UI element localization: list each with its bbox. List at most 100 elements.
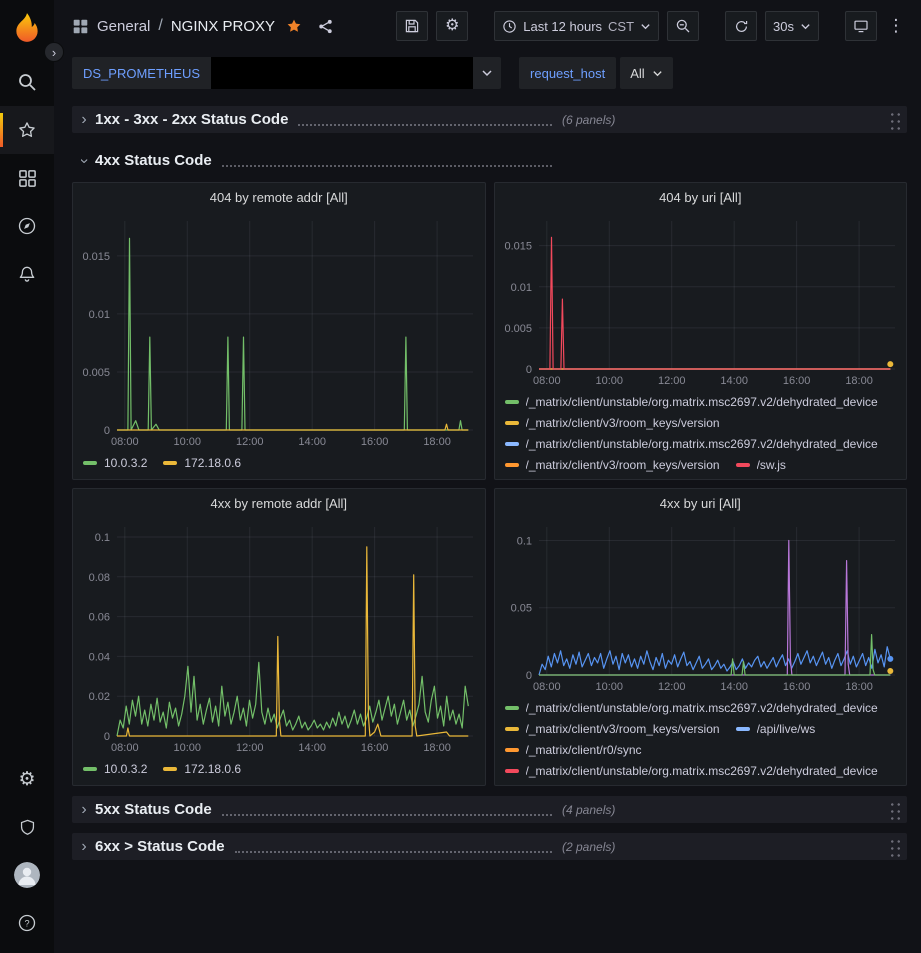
legend-label: /_matrix/client/v3/room_keys/version bbox=[526, 458, 720, 472]
dashboard-settings-button[interactable]: ⚙ bbox=[436, 11, 468, 41]
kebab-menu-button[interactable]: ⋮ bbox=[885, 11, 907, 41]
zoom-out-icon bbox=[675, 18, 691, 34]
row-title: 4xx Status Code bbox=[95, 152, 212, 169]
sidebar-item-starred[interactable] bbox=[0, 106, 54, 154]
panel-title[interactable]: 404 by uri [All] bbox=[495, 183, 907, 211]
chevron-right-icon: › bbox=[76, 111, 92, 129]
save-dashboard-button[interactable] bbox=[396, 11, 428, 41]
chart-area: 00.0050.010.01508:0010:0012:0014:0016:00… bbox=[73, 211, 485, 450]
star-filled-icon bbox=[285, 17, 303, 35]
drag-handle-icon[interactable] bbox=[888, 836, 901, 858]
time-range-picker[interactable]: Last 12 hours CST bbox=[494, 11, 659, 41]
svg-text:10:00: 10:00 bbox=[173, 742, 201, 754]
legend-item[interactable]: /_matrix/client/unstable/org.matrix.msc2… bbox=[505, 433, 878, 454]
svg-text:0.015: 0.015 bbox=[504, 241, 532, 253]
svg-text:18:00: 18:00 bbox=[845, 375, 873, 387]
legend-item[interactable]: /sw.js bbox=[736, 454, 786, 475]
monitor-icon bbox=[853, 18, 869, 34]
zoom-out-button[interactable] bbox=[667, 11, 699, 41]
legend-item[interactable]: 172.18.0.6 bbox=[163, 452, 241, 473]
legend-label: /_matrix/client/unstable/org.matrix.msc2… bbox=[526, 395, 878, 409]
sidebar-item-configuration[interactable]: ⚙ bbox=[0, 755, 54, 803]
legend-item[interactable]: /_matrix/client/r0/sync bbox=[505, 739, 642, 760]
legend-label: 172.18.0.6 bbox=[184, 456, 241, 470]
variables-bar: DS_PROMETHEUS request_host All bbox=[54, 52, 921, 102]
svg-text:14:00: 14:00 bbox=[720, 375, 748, 387]
row-1xx-3xx-2xx[interactable]: › 1xx - 3xx - 2xx Status Code (6 panels) bbox=[72, 106, 907, 133]
help-icon: ? bbox=[17, 913, 37, 933]
variable-dropdown-caret[interactable] bbox=[473, 57, 501, 89]
svg-text:12:00: 12:00 bbox=[657, 681, 685, 693]
shield-icon bbox=[18, 818, 37, 837]
sidebar-item-search[interactable] bbox=[0, 58, 54, 106]
refresh-button[interactable] bbox=[725, 11, 757, 41]
panel-title[interactable]: 4xx by remote addr [All] bbox=[73, 489, 485, 517]
panel-title[interactable]: 404 by remote addr [All] bbox=[73, 183, 485, 211]
row-6xx[interactable]: › 6xx > Status Code (2 panels) bbox=[72, 833, 907, 860]
legend-swatch bbox=[505, 442, 519, 446]
sidebar-item-explore[interactable] bbox=[0, 202, 54, 250]
variable-label-ds-prometheus[interactable]: DS_PROMETHEUS bbox=[72, 57, 211, 89]
request-host-selected: All bbox=[630, 66, 644, 81]
tv-mode-button[interactable] bbox=[845, 11, 877, 41]
dashboard-content: › 1xx - 3xx - 2xx Status Code (6 panels)… bbox=[54, 102, 921, 953]
legend-item[interactable]: 10.0.3.2 bbox=[83, 758, 147, 779]
sidebar-item-server-admin[interactable] bbox=[0, 803, 54, 851]
favorite-star-button[interactable] bbox=[285, 17, 303, 35]
legend-swatch bbox=[736, 463, 750, 467]
share-dashboard-button[interactable] bbox=[317, 18, 334, 35]
panel-4xx-by-remote-addr: 4xx by remote addr [All] 00.020.040.060.… bbox=[72, 488, 486, 786]
breadcrumb-folder[interactable]: General bbox=[97, 18, 150, 35]
avatar bbox=[14, 862, 40, 888]
sidebar-item-dashboards[interactable] bbox=[0, 154, 54, 202]
legend-label: /_matrix/client/unstable/org.matrix.msc2… bbox=[526, 437, 878, 451]
sidebar-item-alerting[interactable] bbox=[0, 250, 54, 298]
row-title: 5xx Status Code bbox=[95, 801, 212, 818]
legend-label: /_matrix/client/unstable/org.matrix.msc2… bbox=[526, 764, 878, 778]
variable-value-request-host[interactable]: All bbox=[620, 57, 672, 89]
row-panel-count: (2 panels) bbox=[562, 840, 615, 854]
svg-text:0: 0 bbox=[525, 670, 531, 682]
legend-item[interactable]: /_matrix/client/v3/room_keys/version bbox=[505, 718, 720, 739]
panel-legend: /_matrix/client/unstable/org.matrix.msc2… bbox=[495, 695, 907, 785]
sidebar-expand-button[interactable]: › bbox=[44, 42, 64, 62]
chevron-right-icon: › bbox=[76, 838, 92, 856]
refresh-interval-picker[interactable]: 30s bbox=[765, 11, 819, 41]
svg-text:14:00: 14:00 bbox=[720, 681, 748, 693]
row-4xx[interactable]: › 4xx Status Code bbox=[72, 147, 907, 174]
legend-item[interactable]: /_matrix/client/unstable/org.matrix.msc2… bbox=[505, 697, 878, 718]
row-title: 1xx - 3xx - 2xx Status Code bbox=[95, 111, 288, 128]
variable-label-request-host[interactable]: request_host bbox=[519, 57, 616, 89]
legend-item[interactable]: 10.0.3.2 bbox=[83, 452, 147, 473]
row-5xx[interactable]: › 5xx Status Code (4 panels) bbox=[72, 796, 907, 823]
grafana-logo[interactable] bbox=[7, 8, 47, 48]
panel-title[interactable]: 4xx by uri [All] bbox=[495, 489, 907, 517]
svg-text:10:00: 10:00 bbox=[173, 436, 201, 448]
drag-handle-icon[interactable] bbox=[888, 109, 901, 131]
legend-item[interactable]: /_matrix/client/unstable/org.matrix.msc2… bbox=[505, 391, 878, 412]
svg-text:?: ? bbox=[24, 918, 29, 928]
svg-text:16:00: 16:00 bbox=[361, 436, 389, 448]
svg-text:12:00: 12:00 bbox=[657, 375, 685, 387]
svg-text:0.1: 0.1 bbox=[516, 535, 531, 547]
breadcrumb-separator: / bbox=[158, 17, 162, 35]
svg-text:0.01: 0.01 bbox=[510, 282, 531, 294]
time-range-label: Last 12 hours bbox=[523, 19, 602, 34]
variable-value-ds-prometheus[interactable] bbox=[211, 57, 473, 89]
legend-label: /_matrix/client/v3/room_keys/version bbox=[526, 416, 720, 430]
legend-item[interactable]: /_matrix/client/v3/room_keys/version bbox=[505, 454, 720, 475]
legend-item[interactable]: /_matrix/client/unstable/org.matrix.msc2… bbox=[505, 760, 878, 781]
drag-handle-icon[interactable] bbox=[888, 799, 901, 821]
legend-label: /_matrix/client/unstable/org.matrix.msc2… bbox=[526, 701, 878, 715]
sidebar-item-help[interactable]: ? bbox=[0, 899, 54, 947]
legend-swatch bbox=[505, 748, 519, 752]
dashboard-title[interactable]: NGINX PROXY bbox=[171, 18, 275, 35]
svg-text:0: 0 bbox=[104, 425, 110, 437]
legend-item[interactable]: /_matrix/client/v3/room_keys/version bbox=[505, 412, 720, 433]
sidebar-item-profile[interactable] bbox=[0, 851, 54, 899]
refresh-icon bbox=[734, 19, 749, 34]
search-icon bbox=[17, 72, 37, 92]
legend-item[interactable]: /api/live/ws bbox=[736, 718, 816, 739]
legend-item[interactable]: 172.18.0.6 bbox=[163, 758, 241, 779]
svg-text:18:00: 18:00 bbox=[845, 681, 873, 693]
